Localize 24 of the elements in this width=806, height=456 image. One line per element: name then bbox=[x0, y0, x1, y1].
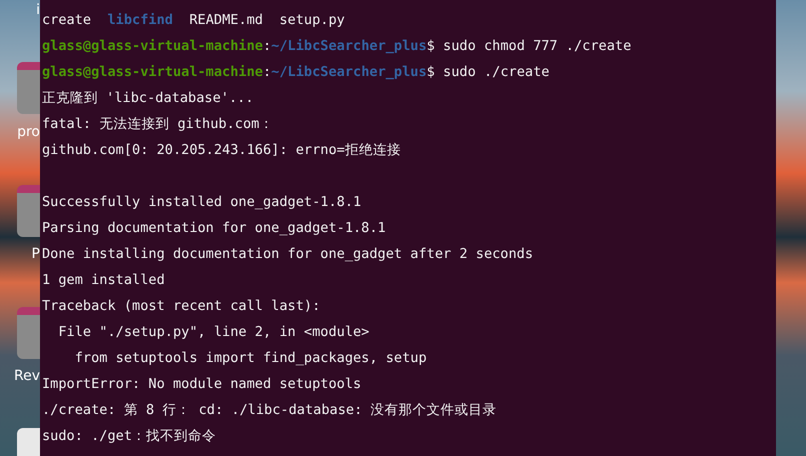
terminal-line: 正克隆到 'libc-database'... bbox=[42, 89, 254, 108]
terminal-line: github.com[0: 20.205.243.166]: errno=拒绝连接 bbox=[42, 141, 401, 160]
terminal-line: File "./setup.py", line 2, in <module> bbox=[57, 323, 370, 342]
file-icon[interactable] bbox=[17, 307, 40, 359]
terminal-line: glass@glass-virtual-machine:~/LibcSearcher_plus$ sudo chmod 777 ./create bbox=[42, 37, 632, 56]
terminal-line: glass@glass-virtual-machine:~/LibcSearcher_plus$ sudo ./create bbox=[42, 63, 550, 82]
terminal-line: ImportError: No module named setuptools bbox=[42, 375, 362, 394]
terminal-line: from setuptools import find_packages, setup bbox=[74, 349, 427, 368]
terminal-line: fatal: 无法连接到 github.com： bbox=[42, 115, 274, 134]
desktop-icon-label: Rev bbox=[14, 367, 40, 386]
desktop-icon-label: pro bbox=[17, 123, 40, 142]
terminal-line: Parsing documentation for one_gadget-1.8.1 bbox=[42, 219, 386, 238]
file-icon[interactable] bbox=[17, 185, 40, 237]
terminal-line: Traceback (most recent call last): bbox=[42, 297, 320, 316]
file-icon[interactable] bbox=[17, 428, 40, 456]
terminal-line: 1 gem installed bbox=[42, 271, 165, 290]
terminal-line: ./create: 第 8 行： cd: ./libc-database: 没有那个文件或目录 bbox=[42, 401, 496, 420]
terminal-line: Successfully installed one_gadget-1.8.1 bbox=[42, 193, 362, 212]
terminal-line: sudo: ./get：找不到命令 bbox=[42, 427, 216, 446]
desktop-icon-label: i bbox=[36, 1, 40, 20]
desktop-icon-label: P bbox=[32, 245, 40, 264]
terminal-line: Done installing documentation for one_gadget after 2 seconds bbox=[42, 245, 534, 264]
terminal-line: create libcfind README.md setup.py bbox=[42, 11, 345, 30]
file-icon[interactable] bbox=[17, 62, 40, 114]
